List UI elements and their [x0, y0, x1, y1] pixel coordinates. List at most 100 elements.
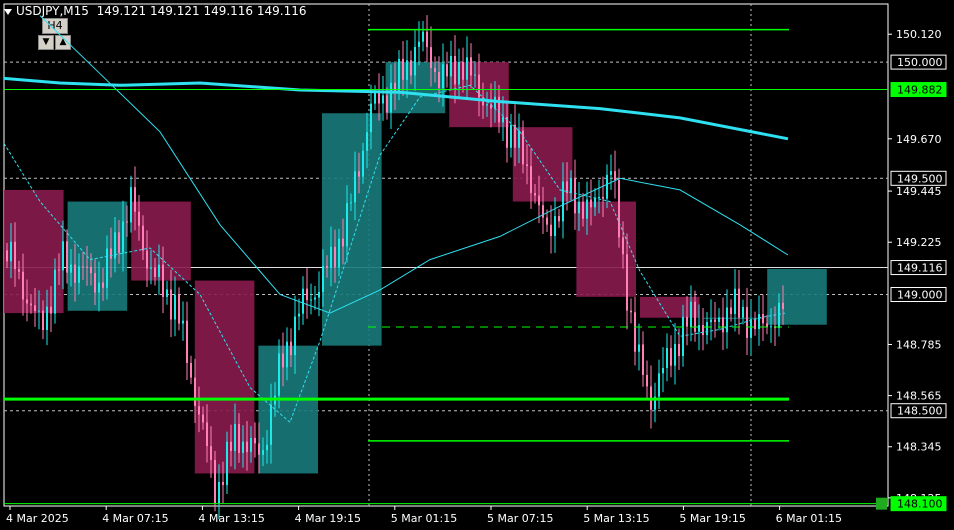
m15-candle-body: [250, 437, 252, 453]
m15-candle-body: [330, 246, 332, 269]
m15-candle-body: [458, 61, 460, 85]
m15-candle-body: [38, 310, 40, 312]
m15-candle-body: [134, 187, 136, 212]
m15-candle-body: [670, 348, 672, 366]
m15-candle-body: [386, 95, 388, 113]
time-axis-label: 5 Mar 13:15: [583, 512, 649, 525]
m15-candle-body: [546, 217, 548, 225]
price-axis-label: 148.565: [896, 390, 942, 403]
price-label-box-text: 149.500: [897, 172, 943, 185]
price-chart[interactable]: 150.120 149.670 149.445 149.225 148.785 148.5…: [0, 0, 954, 530]
m15-candle-body: [306, 288, 308, 301]
m15-candle-body: [206, 422, 208, 447]
m15-candle-body: [594, 197, 596, 208]
m15-candle-body: [266, 444, 268, 451]
level-handle-icon[interactable]: [876, 497, 887, 510]
m15-candle-body: [722, 317, 724, 333]
m15-candle-body: [178, 294, 180, 324]
m15-candle-body: [598, 196, 600, 198]
m15-candle-body: [726, 307, 728, 333]
m15-candle-body: [258, 443, 260, 455]
m15-candle-body: [450, 55, 452, 77]
m15-candle-body: [150, 267, 152, 269]
m15-candle-body: [550, 224, 552, 236]
m15-candle-body: [118, 232, 120, 253]
m15-candle-body: [350, 202, 352, 204]
m15-candle-body: [138, 211, 140, 226]
m15-candle-body: [370, 103, 372, 133]
m15-candle-body: [326, 265, 328, 269]
m15-candle-body: [470, 57, 472, 76]
m15-candle-body: [494, 96, 496, 109]
m15-candle-body: [58, 269, 60, 271]
m15-candle-body: [70, 264, 72, 273]
m15-candle-body: [22, 271, 24, 300]
m15-candle-body: [646, 374, 648, 387]
m15-candle-body: [86, 266, 88, 268]
m15-candle-body: [538, 195, 540, 206]
m15-candle-body: [54, 269, 56, 314]
m15-candle-body: [698, 324, 700, 332]
m15-candle-body: [758, 314, 760, 330]
h4-candle-box: [703, 317, 764, 319]
m15-candle-body: [222, 481, 224, 485]
m15-candle-body: [662, 368, 664, 374]
m15-candle-body: [278, 353, 280, 396]
m15-candle-body: [502, 116, 504, 123]
m15-candle-body: [514, 124, 516, 148]
m15-candle-body: [242, 441, 244, 453]
m15-candle-body: [766, 323, 768, 327]
m15-candle-body: [174, 294, 176, 320]
m15-candle-body: [270, 404, 272, 445]
price-axis-label: 149.670: [896, 133, 942, 146]
m15-candle-body: [182, 320, 184, 324]
m15-candle-body: [586, 199, 588, 219]
m15-candle-body: [530, 166, 532, 194]
m15-candle-body: [106, 248, 108, 288]
m15-candle-body: [750, 319, 752, 338]
m15-candle-body: [782, 302, 784, 310]
m15-candle-body: [78, 266, 80, 283]
m15-candle-body: [294, 316, 296, 356]
m15-candle-body: [158, 264, 160, 277]
price-label-box-text: 148.100: [897, 498, 943, 511]
m15-candle-body: [10, 241, 12, 262]
m15-candle-body: [454, 55, 456, 85]
m15-candle-body: [378, 92, 380, 104]
m15-candle-body: [554, 216, 556, 236]
m15-candle-body: [414, 46, 416, 76]
m15-candle-body: [322, 265, 324, 292]
m15-candle-body: [398, 58, 400, 93]
m15-candle-body: [678, 343, 680, 357]
m15-candle-body: [666, 348, 668, 369]
m15-candle-body: [486, 104, 488, 106]
m15-candle-body: [714, 319, 716, 322]
m15-candle-body: [762, 314, 764, 324]
m15-candle-body: [742, 306, 744, 318]
m15-candle-body: [770, 326, 772, 328]
m15-candle-body: [606, 174, 608, 199]
h4-candle-box: [67, 201, 128, 311]
m15-candle-body: [746, 306, 748, 338]
m15-candle-body: [466, 57, 468, 80]
m15-candle-body: [418, 41, 420, 47]
m15-candle-body: [578, 201, 580, 214]
m15-candle-body: [558, 216, 560, 222]
m15-candle-body: [674, 343, 676, 366]
m15-candle-body: [290, 341, 292, 356]
m15-candle-body: [186, 320, 188, 363]
m15-candle-body: [94, 273, 96, 293]
m15-candle-body: [738, 288, 740, 318]
m15-candle-body: [630, 310, 632, 313]
m15-candle-body: [50, 306, 52, 314]
m15-candle-body: [18, 269, 20, 272]
m15-candle-body: [110, 248, 112, 259]
m15-candle-body: [422, 31, 424, 42]
m15-candle-body: [286, 341, 288, 368]
m15-candle-body: [618, 180, 620, 238]
m15-candle-body: [194, 377, 196, 407]
m15-candle-body: [582, 201, 584, 219]
m15-candle-body: [334, 246, 336, 268]
m15-candle-body: [442, 64, 444, 88]
m15-candle-body: [282, 353, 284, 368]
